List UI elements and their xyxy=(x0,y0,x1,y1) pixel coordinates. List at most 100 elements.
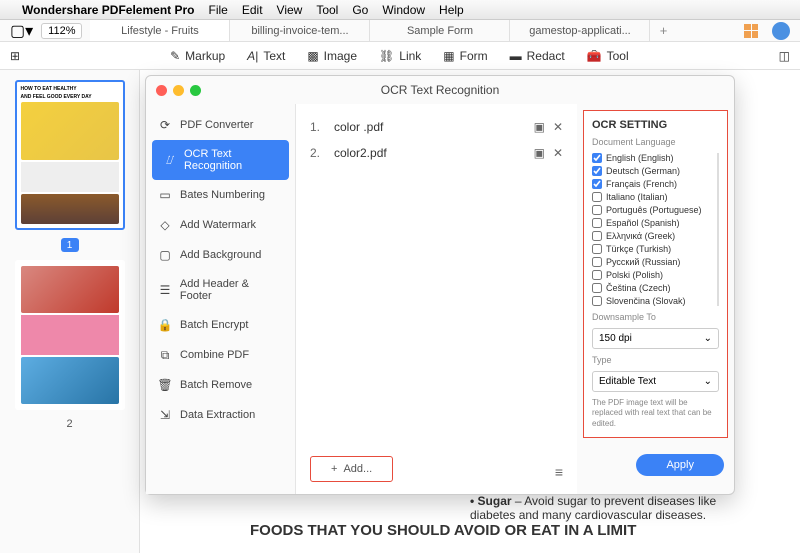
toolbox-icon: 🧰 xyxy=(587,49,602,63)
language-option[interactable]: Português (Portuguese) xyxy=(592,205,713,215)
plus-icon: + xyxy=(331,463,337,475)
thumb-image-oranges xyxy=(21,266,119,313)
panel-toggle-icon[interactable]: ◫ xyxy=(779,49,790,63)
menu-view[interactable]: View xyxy=(277,3,303,17)
form-icon: ▦ xyxy=(443,49,454,63)
tool-encrypt[interactable]: 🔒Batch Encrypt xyxy=(146,310,295,340)
page-badge-1: 1 xyxy=(61,238,79,252)
menu-file[interactable]: File xyxy=(209,3,228,17)
language-checkbox[interactable] xyxy=(592,153,602,163)
language-checkbox[interactable] xyxy=(592,218,602,228)
remove-file-icon[interactable]: ✕ xyxy=(553,120,563,134)
modal-title: OCR Text Recognition xyxy=(146,83,734,97)
language-option[interactable]: Slovenčina (Slovak) xyxy=(592,296,713,306)
tool-image[interactable]: ▩Image xyxy=(307,49,357,63)
tab-lifestyle[interactable]: Lifestyle - Fruits xyxy=(90,20,230,41)
add-file-button[interactable]: +Add... xyxy=(310,456,393,482)
apply-button[interactable]: Apply xyxy=(636,454,724,476)
tool-pdf-converter[interactable]: ⟳PDF Converter xyxy=(146,110,295,140)
background-icon: ▢ xyxy=(158,248,172,262)
tool-watermark[interactable]: ◇Add Watermark xyxy=(146,210,295,240)
convert-icon: ⟳ xyxy=(158,118,172,132)
modal-titlebar[interactable]: OCR Text Recognition xyxy=(146,76,734,104)
language-option[interactable]: Italiano (Italian) xyxy=(592,192,713,202)
menu-tool[interactable]: Tool xyxy=(316,3,338,17)
user-avatar[interactable] xyxy=(772,22,790,40)
menu-go[interactable]: Go xyxy=(352,3,368,17)
tool-markup[interactable]: ✎Markup xyxy=(170,49,225,63)
tab-add-button[interactable]: + xyxy=(650,20,676,41)
tool-link[interactable]: ⛓Link xyxy=(379,49,421,63)
language-checkbox[interactable] xyxy=(592,179,602,189)
header-icon: ☰ xyxy=(158,283,172,297)
tab-gamestop[interactable]: gamestop-applicati... xyxy=(510,20,650,41)
tool-tool[interactable]: 🧰Tool xyxy=(587,49,629,63)
tool-form[interactable]: ▦Form xyxy=(443,49,487,63)
toolbar: ⊞ ✎Markup A|Text ▩Image ⛓Link ▦Form ▬Red… xyxy=(0,42,800,70)
menu-window[interactable]: Window xyxy=(382,3,425,17)
language-option[interactable]: Türkçe (Turkish) xyxy=(592,244,713,254)
bates-icon: ▭ xyxy=(158,188,172,202)
language-option[interactable]: Ελληνικά (Greek) xyxy=(592,231,713,241)
language-checkbox[interactable] xyxy=(592,192,602,202)
thumbnail-page-2[interactable] xyxy=(15,260,125,410)
language-option[interactable]: Polski (Polish) xyxy=(592,270,713,280)
menu-help[interactable]: Help xyxy=(439,3,464,17)
language-option[interactable]: English (English) xyxy=(592,153,713,163)
language-checkbox[interactable] xyxy=(592,205,602,215)
language-checkbox[interactable] xyxy=(592,244,602,254)
language-checkbox[interactable] xyxy=(592,296,602,306)
extract-icon: ⇲ xyxy=(158,408,172,422)
language-checkbox[interactable] xyxy=(592,231,602,241)
tool-ocr[interactable]: ⌰OCR Text Recognition xyxy=(152,140,289,180)
tool-background[interactable]: ▢Add Background xyxy=(146,240,295,270)
thumb-image-coffee xyxy=(21,194,119,224)
remove-file-icon[interactable]: ✕ xyxy=(553,146,563,160)
menu-edit[interactable]: Edit xyxy=(242,3,263,17)
language-option[interactable]: Français (French) xyxy=(592,179,713,189)
doc-heading: FOODS THAT YOU SHOULD AVOID OR EAT IN A … xyxy=(250,522,750,539)
page-label-2: 2 xyxy=(66,418,72,430)
tool-combine[interactable]: ⧉Combine PDF xyxy=(146,340,295,370)
tool-extract[interactable]: ⇲Data Extraction xyxy=(146,400,295,430)
language-checkbox[interactable] xyxy=(592,257,602,267)
tool-bates[interactable]: ▭Bates Numbering xyxy=(146,180,295,210)
zoom-level[interactable]: 112% xyxy=(41,23,82,39)
language-checkbox[interactable] xyxy=(592,270,602,280)
language-option[interactable]: Русский (Russian) xyxy=(592,257,713,267)
topbar: ▢▾ 112% Lifestyle - Fruits billing-invoi… xyxy=(0,20,800,42)
language-option[interactable]: Čeština (Czech) xyxy=(592,283,713,293)
language-checkbox[interactable] xyxy=(592,283,602,293)
tool-redact[interactable]: ▬Redact xyxy=(510,49,565,63)
sidebar-toggle-icon[interactable]: ▢▾ xyxy=(10,21,33,41)
markup-icon: ✎ xyxy=(170,49,180,63)
settings-heading: OCR SETTING xyxy=(592,119,719,131)
language-checkbox[interactable] xyxy=(592,166,602,176)
open-file-icon[interactable]: ▣ xyxy=(534,120,545,134)
text-icon: A| xyxy=(247,49,258,63)
language-list[interactable]: English (English) Deutsch (German) Françai… xyxy=(592,153,719,306)
ocr-modal: OCR Text Recognition ⟳PDF Converter ⌰OCR… xyxy=(145,75,735,495)
type-label: Type xyxy=(592,355,719,365)
app-name[interactable]: Wondershare PDFelement Pro xyxy=(22,3,195,17)
thumbnail-page-1[interactable]: HOW TO EAT HEALTHY AND FEEL GOOD EVERY D… xyxy=(15,80,125,230)
file-name: color .pdf xyxy=(334,120,524,134)
link-icon: ⛓ xyxy=(379,49,394,63)
tab-billing[interactable]: billing-invoice-tem... xyxy=(230,20,370,41)
tab-sample[interactable]: Sample Form xyxy=(370,20,510,41)
file-row[interactable]: 2. color2.pdf ▣✕ xyxy=(310,140,563,166)
thumbnails-icon[interactable]: ⊞ xyxy=(10,49,20,63)
tool-text[interactable]: A|Text xyxy=(247,49,285,63)
type-select[interactable]: Editable Text⌄ xyxy=(592,371,719,392)
file-list-area: 1. color .pdf ▣✕ 2. color2.pdf ▣✕ +Add..… xyxy=(296,104,577,494)
apps-grid-icon[interactable] xyxy=(744,24,758,38)
file-row[interactable]: 1. color .pdf ▣✕ xyxy=(310,114,563,140)
downsample-select[interactable]: 150 dpi⌄ xyxy=(592,328,719,349)
open-file-icon[interactable]: ▣ xyxy=(534,146,545,160)
more-menu-icon[interactable]: ≡ xyxy=(555,464,563,480)
language-option[interactable]: Deutsch (German) xyxy=(592,166,713,176)
language-option[interactable]: Español (Spanish) xyxy=(592,218,713,228)
tool-header-footer[interactable]: ☰Add Header & Footer xyxy=(146,270,295,310)
file-name: color2.pdf xyxy=(334,146,524,160)
tool-remove[interactable]: 🗑Batch Remove xyxy=(146,370,295,400)
